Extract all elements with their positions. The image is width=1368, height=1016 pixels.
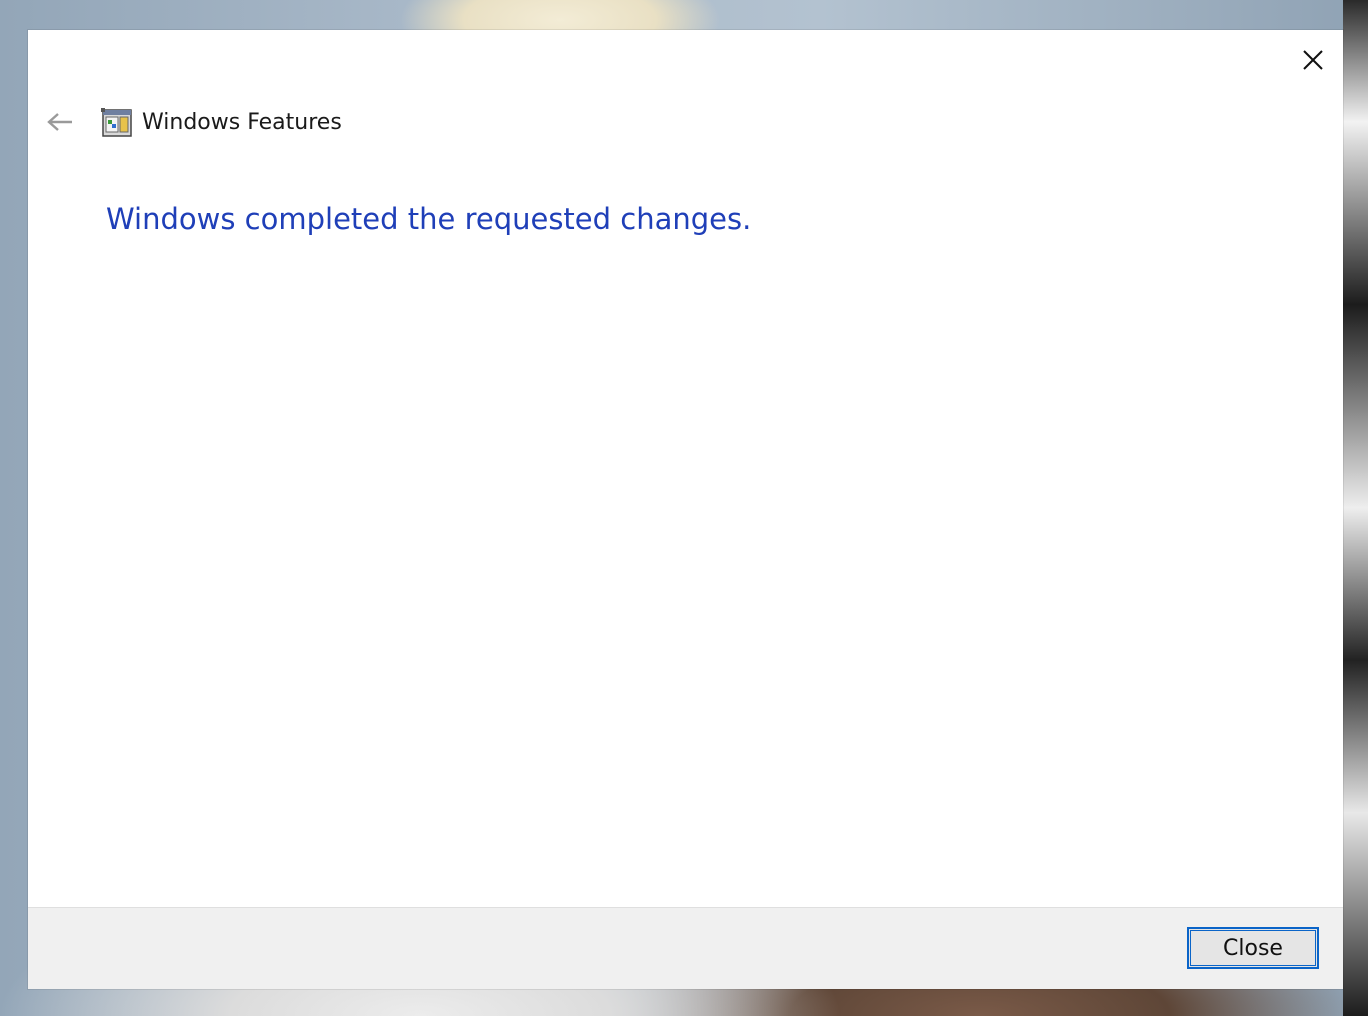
back-arrow-icon (47, 113, 72, 131)
dialog-footer: Close (28, 907, 1343, 989)
desktop-wallpaper-edge (1343, 0, 1368, 1016)
dialog-header: Windows Features (28, 102, 628, 142)
windows-features-dialog: Windows Features Windows completed the r… (28, 30, 1343, 989)
close-button[interactable]: Close (1187, 927, 1319, 969)
dialog-title: Windows Features (142, 109, 342, 135)
close-window-button[interactable] (1295, 44, 1331, 76)
back-button[interactable] (40, 106, 80, 138)
close-icon (1303, 50, 1323, 70)
status-message: Windows completed the requested changes. (106, 202, 752, 236)
windows-features-icon (101, 108, 132, 137)
